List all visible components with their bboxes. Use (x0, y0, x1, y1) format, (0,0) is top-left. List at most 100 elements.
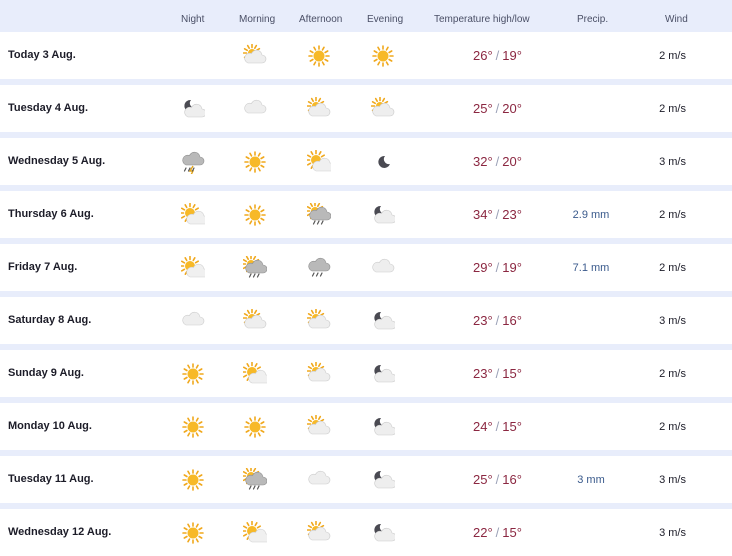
cloud-icon (182, 311, 205, 326)
evening-weather-icon (371, 362, 395, 386)
evening-weather-icon (371, 468, 395, 492)
afternoon-weather-icon (307, 203, 331, 227)
afternoon-weather-icon (307, 362, 331, 386)
partly-cloudy-icon (307, 97, 331, 117)
column-afternoon: Afternoon (299, 14, 343, 25)
temp-low: 19° (502, 260, 522, 275)
forecast-row[interactable]: Tuesday 4 Aug. 25°/20° 2 m/s (0, 85, 732, 132)
wind-speed: 2 m/s (659, 209, 686, 221)
morning-weather-icon (243, 362, 267, 386)
morning-weather-icon (243, 203, 267, 227)
night-weather-icon (181, 203, 205, 227)
temperature: 22°/15° (473, 525, 522, 540)
evening-weather-icon (371, 97, 395, 121)
wind-speed: 2 m/s (659, 368, 686, 380)
column-morning: Morning (239, 14, 276, 25)
night-weather-icon (181, 362, 205, 386)
night-weather-icon (181, 415, 205, 439)
temperature: 23°/15° (473, 366, 522, 381)
evening-weather-icon (371, 309, 395, 333)
evening-weather-icon (371, 150, 395, 174)
forecast-row[interactable]: Friday 7 Aug. 29°/19° 7.1 mm 2 m/s (0, 244, 732, 291)
evening-weather-icon (371, 44, 395, 68)
temperature: 23°/16° (473, 313, 522, 328)
evening-weather-icon (371, 203, 395, 227)
sun-icon (182, 363, 204, 385)
temp-low: 15° (502, 525, 522, 540)
wind-speed: 3 m/s (659, 527, 686, 539)
sun-cloud-icon (307, 150, 331, 172)
night-weather-icon (181, 521, 205, 545)
temp-low: 20° (502, 101, 522, 116)
day-label: Wednesday 12 Aug. (8, 526, 112, 538)
day-label: Thursday 6 Aug. (8, 208, 94, 220)
precipitation: 3 mm (577, 474, 605, 486)
partly-cloudy-icon (371, 97, 395, 117)
sun-icon (244, 416, 266, 438)
evening-weather-icon (371, 415, 395, 439)
wind-speed: 3 m/s (659, 156, 686, 168)
afternoon-weather-icon (307, 44, 331, 68)
sun-cloud-icon (243, 362, 267, 384)
morning-weather-icon (243, 44, 267, 68)
sun-rain-icon (307, 203, 331, 225)
forecast-row[interactable]: Saturday 8 Aug. 23°/16° 3 m/s (0, 297, 732, 344)
morning-weather-icon (243, 521, 267, 545)
wind-speed: 2 m/s (659, 262, 686, 274)
sun-icon (244, 151, 266, 173)
moon-cloud-icon (374, 364, 395, 383)
forecast-row[interactable]: Monday 10 Aug. 24°/15° 2 m/s (0, 403, 732, 450)
forecast-row[interactable]: Thursday 6 Aug. 34°/23° 2.9 mm 2 m/s (0, 191, 732, 238)
temp-low: 15° (502, 366, 522, 381)
sun-icon (372, 45, 394, 67)
wind-speed: 2 m/s (659, 50, 686, 62)
morning-weather-icon (243, 415, 267, 439)
cloud-icon (308, 470, 331, 485)
morning-weather-icon (243, 256, 267, 280)
temperature: 25°/16° (473, 472, 522, 487)
forecast-row[interactable]: Wednesday 12 Aug. 22°/15° 3 m/s (0, 509, 732, 556)
partly-cloudy-icon (307, 415, 331, 435)
sun-rain-icon (243, 468, 267, 490)
day-label: Tuesday 11 Aug. (8, 473, 94, 485)
temp-low: 16° (502, 313, 522, 328)
forecast-header: Night Morning Afternoon Evening Temperat… (0, 0, 732, 32)
sun-icon (182, 469, 204, 491)
moon-icon (378, 155, 390, 168)
moon-cloud-icon (374, 205, 395, 224)
moon-cloud-icon (184, 99, 205, 118)
partly-cloudy-icon (243, 309, 267, 329)
forecast-row[interactable]: Sunday 9 Aug. 23°/15° 2 m/s (0, 350, 732, 397)
temp-low: 20° (502, 154, 522, 169)
day-label: Monday 10 Aug. (8, 420, 92, 432)
evening-weather-icon (371, 521, 395, 545)
partly-cloudy-icon (243, 44, 267, 64)
column-evening: Evening (367, 14, 404, 25)
partly-cloudy-icon (307, 521, 331, 541)
thunderstorm-icon (182, 151, 205, 174)
sun-icon (182, 416, 204, 438)
temp-high: 32° (473, 154, 493, 169)
night-weather-icon (181, 44, 205, 68)
day-label: Tuesday 4 Aug. (8, 102, 89, 114)
night-weather-icon (181, 256, 205, 280)
sun-cloud-icon (243, 521, 267, 543)
night-weather-icon (181, 468, 205, 492)
sun-icon (308, 45, 330, 67)
forecast-row[interactable]: Today 3 Aug. 26°/19° 2 m/s (0, 32, 732, 79)
temperature: 25°/20° (473, 101, 522, 116)
afternoon-weather-icon (307, 468, 331, 492)
temperature: 32°/20° (473, 154, 522, 169)
sun-icon (182, 522, 204, 544)
wind-speed: 2 m/s (659, 421, 686, 433)
forecast-row[interactable]: Tuesday 11 Aug. 25°/16° 3 mm 3 m/s (0, 456, 732, 503)
temp-low: 23° (502, 207, 522, 222)
morning-weather-icon (243, 97, 267, 121)
night-weather-icon (181, 150, 205, 174)
afternoon-weather-icon (307, 415, 331, 439)
temperature: 26°/19° (473, 48, 522, 63)
sun-icon (244, 204, 266, 226)
forecast-row[interactable]: Wednesday 5 Aug. 32°/20° 3 m/s (0, 138, 732, 185)
afternoon-weather-icon (307, 256, 331, 280)
temp-low: 16° (502, 472, 522, 487)
